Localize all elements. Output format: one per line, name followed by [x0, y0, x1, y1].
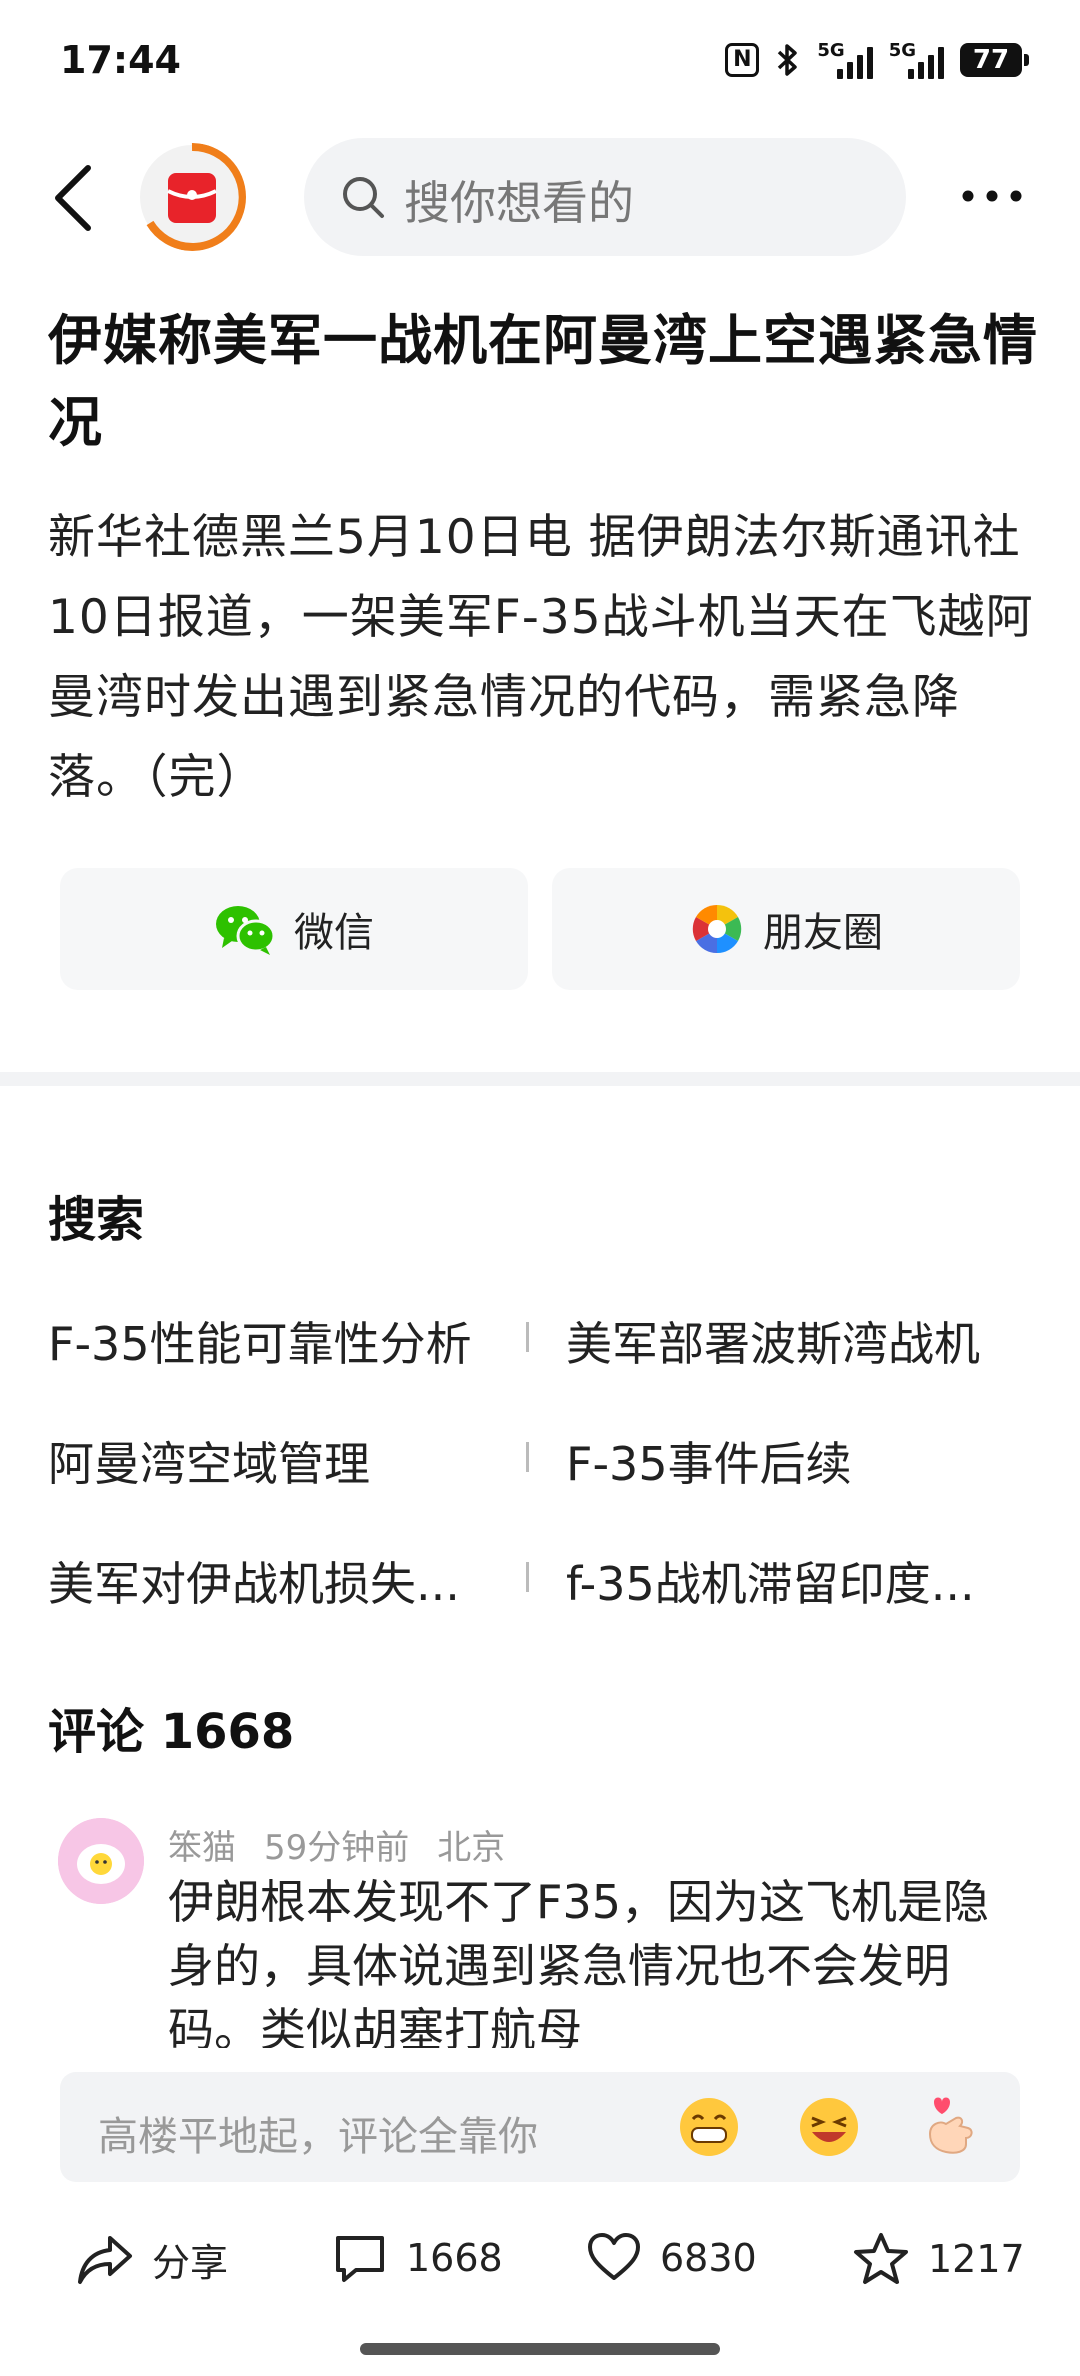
comment-input-placeholder[interactable]: 高楼平地起，评论全靠你 — [98, 2104, 538, 2162]
search-suggestion[interactable]: f-35战机滞留印度... — [566, 1548, 975, 1614]
signal-icon-1 — [836, 45, 873, 79]
comment-location: 北京 — [437, 1828, 506, 1868]
comment-action[interactable]: 1668 — [332, 2232, 503, 2284]
suggestion-separator — [526, 1322, 529, 1352]
finger-heart-icon[interactable] — [916, 2094, 982, 2160]
search-suggestion[interactable]: F-35性能可靠性分析 — [48, 1308, 472, 1374]
article-headline: 伊媒称美军一战机在阿曼湾上空遇紧急情况 — [48, 309, 1038, 454]
favorite-action[interactable]: 1217 — [852, 2232, 1025, 2286]
favorite-count: 1217 — [928, 2237, 1025, 2281]
app-logo[interactable] — [138, 143, 246, 251]
share-wechat-label: 微信 — [294, 910, 374, 956]
comment-meta: 笨猫 59分钟前 北京 — [168, 1820, 505, 1869]
article-body: 新华社德黑兰5月10日电 据伊朗法尔斯通讯社10日报道，一架美军F-35战斗机当… — [48, 510, 1034, 805]
share-moments-button[interactable]: 朋友圈 — [552, 868, 1020, 990]
grin-emoji-icon[interactable] — [676, 2094, 742, 2160]
back-icon[interactable] — [44, 158, 104, 238]
suggestion-separator — [526, 1442, 529, 1472]
search-icon[interactable] — [338, 172, 388, 222]
avatar[interactable] — [58, 1818, 144, 1904]
moments-icon — [692, 904, 742, 954]
comment-count: 1668 — [406, 2236, 503, 2280]
share-moments-label: 朋友圈 — [763, 910, 883, 956]
home-indicator[interactable] — [360, 2343, 720, 2355]
like-action[interactable]: 6830 — [586, 2232, 757, 2284]
search-suggestion[interactable]: 美军部署波斯湾战机 — [566, 1308, 980, 1374]
nfc-icon: N — [725, 42, 760, 77]
status-icons: N 5G 5G 77 — [725, 40, 1029, 79]
search-suggestion[interactable]: 美军对伊战机损失... — [48, 1548, 460, 1614]
comment-icon — [336, 2236, 384, 2282]
status-time: 17:44 — [60, 38, 181, 82]
laugh-emoji-icon[interactable] — [796, 2094, 862, 2160]
bluetooth-icon — [778, 43, 798, 76]
search-section-title: 搜索 — [48, 1192, 145, 1248]
share-icon — [78, 2235, 132, 2284]
star-icon — [854, 2233, 908, 2284]
comments-title: 评论 1668 — [48, 1704, 295, 1760]
share-wechat-button[interactable]: 微信 — [60, 868, 528, 990]
suggestion-separator — [526, 1562, 529, 1592]
comment-time: 59分钟前 — [264, 1828, 410, 1868]
signal-icon-2 — [908, 45, 944, 79]
search-suggestion[interactable]: F-35事件后续 — [566, 1428, 852, 1494]
search-placeholder[interactable]: 搜你想看的 — [404, 167, 634, 233]
search-suggestion[interactable]: 阿曼湾空域管理 — [48, 1428, 370, 1494]
heart-icon — [588, 2233, 640, 2280]
like-count: 6830 — [660, 2236, 757, 2280]
more-icon[interactable] — [960, 176, 1024, 216]
section-divider — [0, 1072, 1080, 1086]
battery-level: 77 — [972, 44, 1010, 75]
wechat-icon — [216, 906, 276, 955]
share-action[interactable]: 分享 — [76, 2232, 228, 2287]
share-action-label: 分享 — [152, 2241, 229, 2285]
comment-text[interactable]: 伊朗根本发现不了F35，因为这飞机是隐身的，具体说遇到紧急情况也不会发明码。类似… — [168, 1870, 1028, 2048]
comment-username[interactable]: 笨猫 — [168, 1820, 236, 1869]
battery-icon: 77 — [960, 42, 1029, 77]
